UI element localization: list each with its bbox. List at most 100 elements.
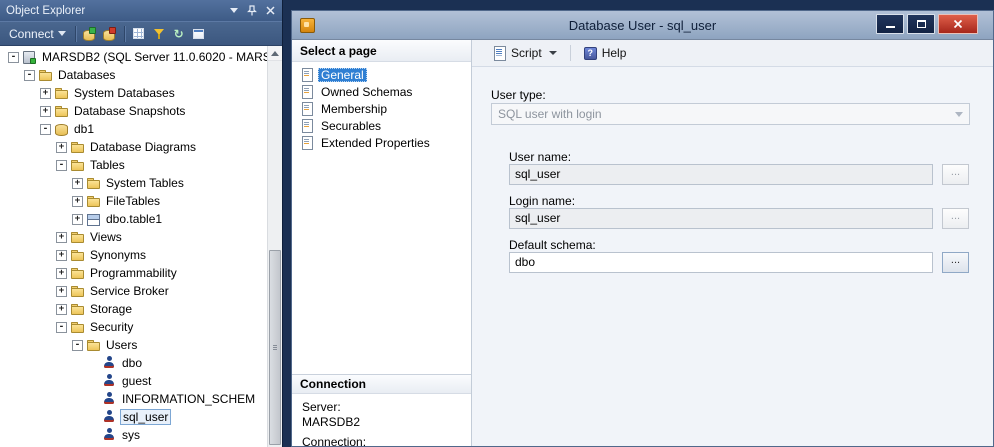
chevron-down-icon — [955, 112, 963, 117]
pin-icon — [247, 5, 257, 16]
object-explorer-titlebar: Object Explorer — [0, 0, 282, 21]
expand-icon[interactable]: + — [56, 250, 67, 261]
tree-item-synonyms[interactable]: +Synonyms — [0, 246, 282, 264]
maximize-button[interactable] — [907, 14, 935, 34]
tree-item-dbo-user[interactable]: dbo — [0, 354, 282, 372]
connect-object-button[interactable] — [80, 24, 100, 44]
tree-item-sys-user[interactable]: sys — [0, 426, 282, 444]
toolbar-separator — [570, 45, 571, 61]
tree-item-label: MARSDB2 (SQL Server 11.0.6020 - MARSD — [40, 50, 281, 64]
expand-icon[interactable]: + — [72, 178, 83, 189]
login-name-field[interactable]: sql_user — [509, 208, 933, 229]
collapse-icon[interactable]: - — [56, 322, 67, 333]
server-value: MARSDB2 — [302, 415, 461, 430]
tree-item-label: INFORMATION_SCHEM — [120, 392, 257, 406]
ssms-workspace: Object Explorer Connect -MARSDB2 ( — [0, 0, 994, 447]
tree-item-system-databases[interactable]: + System Databases — [0, 84, 282, 102]
close-button[interactable] — [938, 14, 978, 34]
expand-icon[interactable]: + — [72, 196, 83, 207]
close-panel-button[interactable] — [262, 3, 278, 18]
dialog-titlebar[interactable]: Database User - sql_user — [292, 11, 993, 40]
tree-item-information-schema-user[interactable]: INFORMATION_SCHEM — [0, 390, 282, 408]
tree-item-label: FileTables — [104, 194, 162, 208]
expand-icon[interactable]: + — [40, 88, 51, 99]
expand-icon[interactable]: + — [72, 214, 83, 225]
help-icon — [584, 47, 597, 60]
collapse-icon[interactable]: - — [56, 160, 67, 171]
help-button[interactable]: Help — [578, 43, 633, 63]
database-icon — [54, 122, 69, 136]
user-type-combobox[interactable]: SQL user with login — [491, 103, 970, 125]
tree-item-security[interactable]: -Security — [0, 318, 282, 336]
refresh-button[interactable] — [169, 24, 189, 44]
page-item-general[interactable]: General — [292, 66, 471, 83]
folder-icon — [70, 140, 85, 154]
collapse-icon[interactable]: - — [40, 124, 51, 135]
expand-icon[interactable]: + — [56, 142, 67, 153]
login-name-label: Login name: — [509, 194, 575, 208]
tree-item-dbo-table1[interactable]: +dbo.table1 — [0, 210, 282, 228]
collapse-icon[interactable]: - — [8, 52, 19, 63]
page-item-membership[interactable]: Membership — [292, 100, 471, 117]
folder-icon — [86, 194, 101, 208]
page-item-owned-schemas[interactable]: Owned Schemas — [292, 83, 471, 100]
tree-item-tables[interactable]: -Tables — [0, 156, 282, 174]
expand-icon[interactable]: + — [56, 268, 67, 279]
user-name-field[interactable]: sql_user — [509, 164, 933, 185]
default-schema-browse-button[interactable]: ... — [942, 252, 969, 273]
object-details-button[interactable] — [129, 24, 149, 44]
collapse-icon[interactable]: - — [72, 340, 83, 351]
tree-item-label: System Databases — [72, 86, 177, 100]
scroll-up-button[interactable] — [268, 46, 282, 61]
user-name-browse-button[interactable]: ... — [942, 164, 969, 185]
tree-item-label: Views — [88, 230, 124, 244]
tree-item-server[interactable]: - MARSDB2 (SQL Server 11.0.6020 - MARSD — [0, 48, 282, 66]
tree-item-database-diagrams[interactable]: +Database Diagrams — [0, 138, 282, 156]
collapse-icon[interactable]: - — [24, 70, 35, 81]
page-item-label: Owned Schemas — [318, 85, 415, 99]
tree-item-guest-user[interactable]: guest — [0, 372, 282, 390]
tree-item-system-tables[interactable]: + System Tables — [0, 174, 282, 192]
toolbar-separator — [124, 26, 125, 42]
tree-item-storage[interactable]: +Storage — [0, 300, 282, 318]
tree-item-label: Databases — [56, 68, 117, 82]
tree-item-views[interactable]: + Views — [0, 228, 282, 246]
connect-button[interactable]: Connect — [4, 25, 71, 43]
tree-item-filetables[interactable]: + FileTables — [0, 192, 282, 210]
scrollbar-thumb[interactable] — [269, 250, 281, 445]
expand-icon[interactable]: + — [56, 304, 67, 315]
tree-item-programmability[interactable]: +Programmability — [0, 264, 282, 282]
refresh-icon — [174, 27, 184, 41]
tree-item-db1[interactable]: -db1 — [0, 120, 282, 138]
filter-button[interactable] — [149, 24, 169, 44]
expand-icon[interactable]: + — [40, 106, 51, 117]
folder-icon — [70, 320, 85, 334]
dialog-toolbar: Script Help — [472, 40, 993, 67]
panel-menu-button[interactable] — [226, 3, 242, 18]
default-schema-field[interactable]: dbo — [509, 252, 933, 273]
chevron-down-icon — [58, 31, 66, 36]
arrow-up-icon — [271, 51, 279, 56]
pin-button[interactable] — [244, 3, 260, 18]
tree-item-database-snapshots[interactable]: +Database Snapshots — [0, 102, 282, 120]
folder-icon — [70, 302, 85, 316]
minimize-button[interactable] — [876, 14, 904, 34]
disconnect-button[interactable] — [100, 24, 120, 44]
database-user-icon — [300, 18, 315, 33]
expand-icon[interactable]: + — [56, 286, 67, 297]
login-name-browse-button[interactable]: ... — [942, 208, 969, 229]
folder-icon — [54, 104, 69, 118]
expand-icon[interactable]: + — [56, 232, 67, 243]
select-a-page-panel: Select a page General Owned Schemas Memb… — [292, 40, 472, 446]
tree-item-sql-user[interactable]: sql_user — [0, 408, 282, 426]
tree-item-databases[interactable]: - Databases — [0, 66, 282, 84]
activity-monitor-button[interactable] — [189, 24, 209, 44]
tree-item-service-broker[interactable]: +Service Broker — [0, 282, 282, 300]
default-schema-label: Default schema: — [509, 238, 596, 252]
tree-item-users[interactable]: -Users — [0, 336, 282, 354]
page-item-securables[interactable]: Securables — [292, 117, 471, 134]
page-item-extended-properties[interactable]: Extended Properties — [292, 134, 471, 151]
tree-item-label: System Tables — [104, 176, 186, 190]
vertical-scrollbar[interactable] — [267, 46, 282, 447]
script-button[interactable]: Script — [488, 43, 563, 63]
